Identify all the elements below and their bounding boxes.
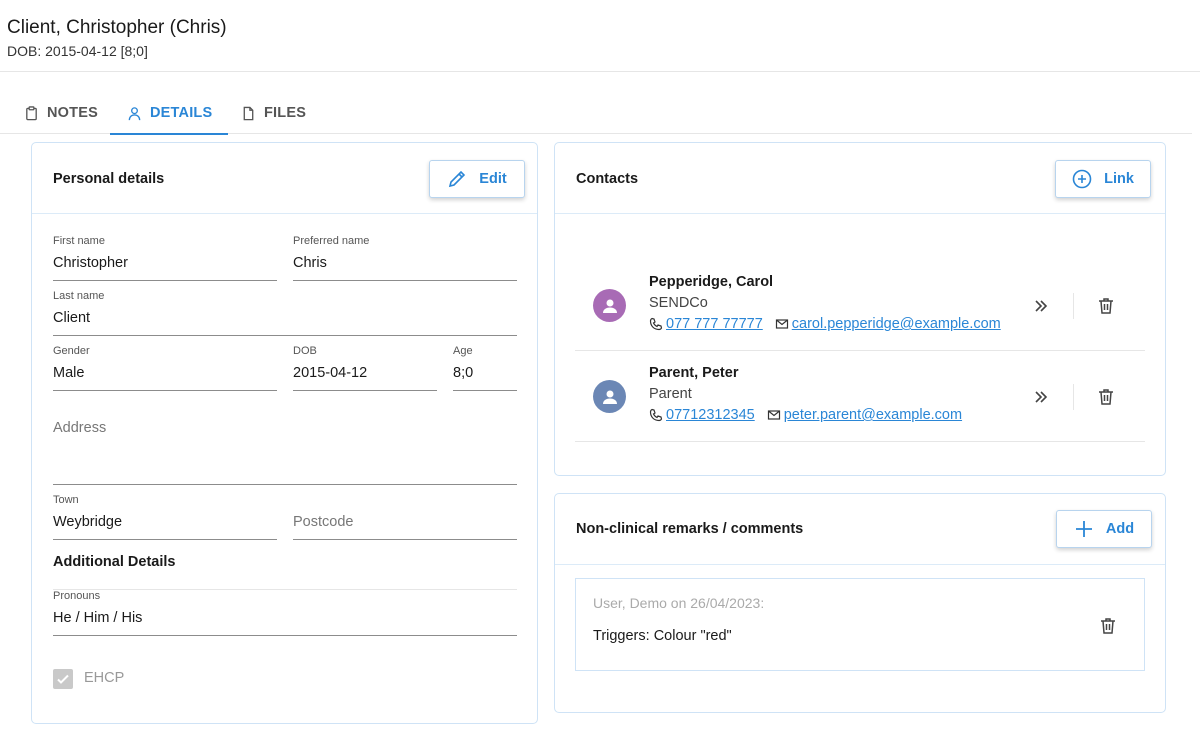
tab-files[interactable]: FILES [241, 92, 306, 134]
contact-name: Pepperidge, Carol [649, 274, 774, 290]
open-contact-button[interactable] [1029, 294, 1053, 318]
contact-role: SENDCo [649, 295, 708, 311]
age-field[interactable]: Age 8;0 [453, 345, 517, 391]
avatar [593, 380, 626, 413]
phone-icon [649, 408, 663, 422]
tab-files-label: FILES [264, 105, 307, 121]
first-name-value: Christopher [53, 255, 128, 271]
remarks-card: Non-clinical remarks / comments Add User… [554, 493, 1166, 713]
preferred-name-field[interactable]: Preferred name Chris [293, 235, 517, 281]
file-icon [243, 106, 254, 120]
additional-details-title: Additional Details [53, 554, 176, 570]
add-remark-label: Add [1105, 521, 1135, 537]
town-value: Weybridge [53, 514, 123, 530]
tab-details[interactable]: DETAILS [110, 92, 229, 135]
contact-role: Parent [649, 386, 692, 402]
pronouns-value: He / Him / His [53, 610, 143, 626]
double-chevron-right-icon [1035, 391, 1048, 403]
gender-field[interactable]: Gender Male [53, 345, 277, 391]
ehcp-label: EHCP [84, 670, 125, 686]
contact-email-link[interactable]: peter.parent@example.com [784, 407, 962, 423]
contacts-header: Contacts Link [555, 143, 1165, 214]
mail-icon [767, 410, 780, 420]
contacts-title: Contacts [576, 171, 639, 187]
last-name-value: Client [53, 310, 91, 326]
link-button[interactable]: Link [1055, 160, 1151, 198]
age-value: 8;0 [453, 365, 474, 381]
personal-details-title: Personal details [53, 171, 165, 187]
edit-button[interactable]: Edit [429, 160, 525, 198]
client-dob: DOB: 2015-04-12 [8;0] [7, 43, 148, 59]
gender-label: Gender [53, 345, 90, 357]
preferred-name-value: Chris [293, 255, 327, 271]
contact-email-link[interactable]: carol.pepperidge@example.com [792, 316, 1001, 332]
open-contact-button[interactable] [1029, 385, 1053, 409]
person-icon [602, 299, 617, 313]
remarks-header: Non-clinical remarks / comments Add [555, 494, 1165, 565]
tab-details-label: DETAILS [150, 105, 213, 121]
phone-icon [649, 317, 663, 331]
trash-icon [1099, 298, 1113, 314]
pronouns-label: Pronouns [53, 590, 101, 602]
trash-icon [1099, 389, 1113, 405]
link-button-label: Link [1104, 171, 1134, 187]
contact-phone-link[interactable]: 077 777 77777 [666, 316, 763, 332]
action-separator [1073, 293, 1074, 319]
double-chevron-right-icon [1035, 300, 1048, 312]
tab-notes-label: NOTES [47, 105, 98, 121]
remarks-title: Non-clinical remarks / comments [576, 521, 804, 537]
gender-value: Male [53, 365, 85, 381]
ehcp-checkbox[interactable] [53, 669, 73, 689]
personal-details-card: Personal details Edit First name Christo… [31, 142, 538, 724]
personal-details-header: Personal details Edit [32, 143, 537, 214]
contact-name: Parent, Peter [649, 365, 739, 381]
contact-item[interactable]: Parent, Peter Parent 07712312345 peter.p… [575, 351, 1145, 442]
dob-label: DOB [293, 345, 317, 357]
add-remark-button[interactable]: Add [1056, 510, 1152, 548]
clipboard-icon [26, 105, 37, 120]
address-field[interactable]: Address [53, 401, 517, 485]
pronouns-field[interactable]: Pronouns He / Him / His [53, 590, 517, 636]
plus-icon [1075, 521, 1092, 537]
dob-value: 2015-04-12 [293, 365, 368, 381]
delete-contact-button[interactable] [1094, 294, 1118, 318]
remark-meta: User, Demo on 26/04/2023: [593, 595, 765, 611]
person-icon [602, 390, 617, 404]
postcode-placeholder: Postcode [293, 514, 354, 530]
tab-bar: NOTES DETAILS FILES [0, 92, 1192, 135]
town-label: Town [53, 494, 79, 506]
first-name-label: First name [53, 235, 105, 247]
mail-icon [775, 319, 788, 329]
contacts-card: Contacts Link Pepperidge, Carol SENDCo 0… [554, 142, 1166, 476]
contact-phone-link[interactable]: 07712312345 [666, 407, 755, 423]
edit-button-label: Edit [479, 171, 507, 187]
contact-links: 077 777 77777 carol.pepperidge@example.c… [649, 316, 1001, 332]
age-label: Age [453, 345, 473, 357]
tab-notes[interactable]: NOTES [24, 92, 98, 134]
pencil-icon [449, 170, 466, 188]
contact-links: 07712312345 peter.parent@example.com [649, 407, 962, 423]
first-name-field[interactable]: First name Christopher [53, 235, 277, 281]
preferred-name-label: Preferred name [293, 235, 370, 247]
contact-item[interactable]: Pepperidge, Carol SENDCo 077 777 77777 c… [575, 260, 1145, 351]
action-separator [1073, 384, 1074, 410]
check-icon [57, 674, 69, 684]
remark-text: Triggers: Colour "red" [593, 628, 732, 644]
client-name: Client, Christopher (Chris) [7, 17, 227, 38]
address-placeholder: Address [53, 420, 107, 436]
trash-icon [1101, 618, 1115, 634]
plus-circle-icon [1072, 169, 1092, 189]
delete-remark-button[interactable] [1096, 614, 1120, 638]
last-name-field[interactable]: Last name Client [53, 290, 517, 336]
remark-item: User, Demo on 26/04/2023: Triggers: Colo… [575, 578, 1145, 671]
dob-field[interactable]: DOB 2015-04-12 [293, 345, 437, 391]
town-field[interactable]: Town Weybridge [53, 494, 277, 540]
postcode-field[interactable]: Postcode [293, 494, 517, 540]
client-header: Client, Christopher (Chris) DOB: 2015-04… [0, 0, 1200, 72]
person-icon [128, 106, 141, 120]
avatar [593, 289, 626, 322]
delete-contact-button[interactable] [1094, 385, 1118, 409]
last-name-label: Last name [53, 290, 105, 302]
